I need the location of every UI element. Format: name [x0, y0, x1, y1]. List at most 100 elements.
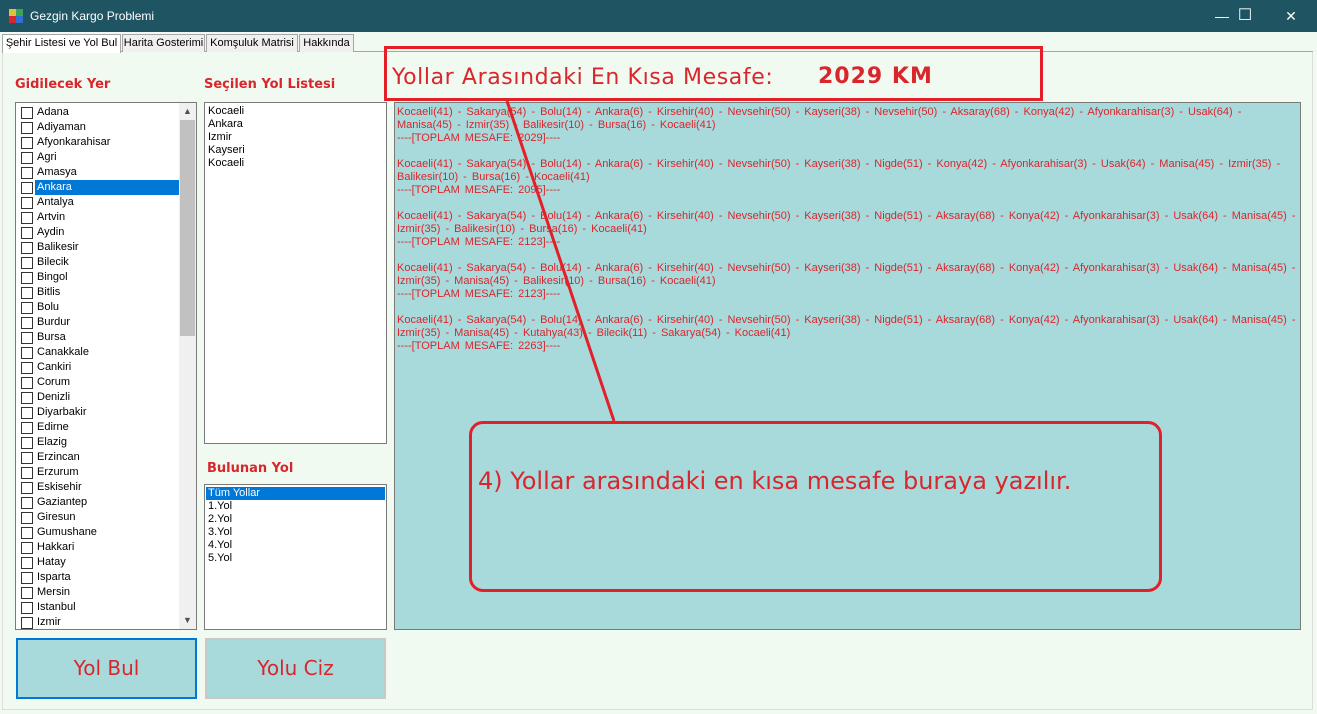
list-item[interactable]: Ankara: [208, 118, 243, 131]
list-item[interactable]: 1.Yol: [208, 500, 232, 513]
checkbox[interactable]: [21, 557, 33, 569]
checkbox[interactable]: [21, 167, 33, 179]
city-checkbox-item[interactable]: Adiyaman: [18, 120, 180, 135]
selected-route-list[interactable]: Kocaeli Ankara Izmir Kayseri Kocaeli: [204, 102, 387, 444]
city-list-scrollbar[interactable]: ▲ ▼: [179, 103, 196, 629]
tab-harita-gosterimi[interactable]: Harita Gosterimi: [122, 34, 205, 52]
checkbox[interactable]: [21, 152, 33, 164]
list-item[interactable]: Kayseri: [208, 144, 245, 157]
city-checkbox-item[interactable]: Amasya: [18, 165, 180, 180]
checkbox[interactable]: [21, 587, 33, 599]
city-checkbox-item[interactable]: Isparta: [18, 570, 180, 585]
checkbox[interactable]: [21, 392, 33, 404]
city-checkbox-item[interactable]: Bolu: [18, 300, 180, 315]
city-label: Bilecik: [37, 256, 69, 268]
city-checkbox-item[interactable]: Erzurum: [18, 465, 180, 480]
maximize-button[interactable]: ☐: [1222, 0, 1268, 32]
checkbox[interactable]: [21, 422, 33, 434]
list-item[interactable]: 2.Yol: [208, 513, 232, 526]
city-checkbox-item[interactable]: Hakkari: [18, 540, 180, 555]
city-checkbox-item[interactable]: Balikesir: [18, 240, 180, 255]
city-checkbox-item[interactable]: Eskisehir: [18, 480, 180, 495]
city-checkbox-item[interactable]: Canakkale: [18, 345, 180, 360]
checkbox[interactable]: [21, 287, 33, 299]
city-checkbox-item[interactable]: Aydin: [18, 225, 180, 240]
checkbox[interactable]: [21, 257, 33, 269]
checkbox[interactable]: [21, 197, 33, 209]
city-checkbox-item[interactable]: Cankiri: [18, 360, 180, 375]
scroll-up-arrow-icon[interactable]: ▲: [179, 103, 196, 120]
checkbox[interactable]: [21, 362, 33, 374]
checkbox[interactable]: [21, 137, 33, 149]
checkbox[interactable]: [21, 242, 33, 254]
city-checkbox-item[interactable]: Gaziantep: [18, 495, 180, 510]
checkbox[interactable]: [21, 182, 33, 194]
scroll-down-arrow-icon[interactable]: ▼: [179, 612, 196, 629]
checkbox[interactable]: [21, 512, 33, 524]
city-checkbox-item[interactable]: Erzincan: [18, 450, 180, 465]
checkbox[interactable]: [21, 617, 33, 629]
city-checkbox-item[interactable]: Hatay: [18, 555, 180, 570]
city-checkbox-item[interactable]: Corum: [18, 375, 180, 390]
city-checkbox-item[interactable]: Gumushane: [18, 525, 180, 540]
close-button[interactable]: ✕: [1268, 0, 1314, 32]
checkbox[interactable]: [21, 572, 33, 584]
checkbox[interactable]: [21, 437, 33, 449]
list-item[interactable]: 4.Yol: [208, 539, 232, 552]
checkbox[interactable]: [21, 467, 33, 479]
city-label: Artvin: [37, 211, 66, 223]
checkbox[interactable]: [21, 452, 33, 464]
city-checkbox-item[interactable]: Ankara: [18, 180, 180, 195]
tab-hakkinda[interactable]: Hakkında: [299, 34, 354, 52]
list-item[interactable]: Izmir: [208, 131, 232, 144]
find-route-button[interactable]: Yol Bul: [16, 638, 197, 699]
tab-komsuluk-matrisi[interactable]: Komşuluk Matrisi: [206, 34, 298, 52]
city-checkbox-item[interactable]: Bursa: [18, 330, 180, 345]
checkbox[interactable]: [21, 347, 33, 359]
checkbox[interactable]: [21, 302, 33, 314]
checkbox[interactable]: [21, 542, 33, 554]
city-checkbox-item[interactable]: Bingol: [18, 270, 180, 285]
checkbox[interactable]: [21, 602, 33, 614]
checkbox[interactable]: [21, 107, 33, 119]
checkbox[interactable]: [21, 377, 33, 389]
city-checkbox-item[interactable]: Bilecik: [18, 255, 180, 270]
city-checkbox-item[interactable]: Burdur: [18, 315, 180, 330]
city-checkbox-item[interactable]: Elazig: [18, 435, 180, 450]
scroll-thumb[interactable]: [180, 120, 195, 336]
city-checkbox-item[interactable]: Denizli: [18, 390, 180, 405]
city-checkbox-item[interactable]: Izmir: [18, 615, 180, 629]
route-path: Kocaeli(41) - Sakarya(54) - Bolu(14) - A…: [397, 210, 1296, 235]
checkbox[interactable]: [21, 407, 33, 419]
checkbox[interactable]: [21, 272, 33, 284]
highlight-box: [384, 46, 1043, 101]
city-checklist[interactable]: Adana Adiyaman Afyonkarahisar Agri Amasya Ank…: [15, 102, 197, 630]
city-checkbox-item[interactable]: Istanbul: [18, 600, 180, 615]
checkbox[interactable]: [21, 317, 33, 329]
checkbox[interactable]: [21, 332, 33, 344]
checkbox[interactable]: [21, 122, 33, 134]
draw-route-button[interactable]: Yolu Ciz: [205, 638, 386, 699]
tab-sehir-listesi[interactable]: Şehir Listesi ve Yol Bul: [2, 34, 121, 53]
city-checkbox-item[interactable]: Afyonkarahisar: [18, 135, 180, 150]
city-checkbox-item[interactable]: Giresun: [18, 510, 180, 525]
city-checkbox-item[interactable]: Agri: [18, 150, 180, 165]
city-checkbox-item[interactable]: Bitlis: [18, 285, 180, 300]
list-item[interactable]: Kocaeli: [208, 157, 244, 170]
checkbox[interactable]: [21, 212, 33, 224]
city-checkbox-item[interactable]: Edirne: [18, 420, 180, 435]
city-checkbox-item[interactable]: Adana: [18, 105, 180, 120]
city-checkbox-item[interactable]: Mersin: [18, 585, 180, 600]
city-checkbox-item[interactable]: Artvin: [18, 210, 180, 225]
checkbox[interactable]: [21, 497, 33, 509]
list-item-selected[interactable]: Tüm Yollar: [206, 487, 385, 500]
list-item[interactable]: Kocaeli: [208, 105, 244, 118]
checkbox[interactable]: [21, 527, 33, 539]
checkbox[interactable]: [21, 482, 33, 494]
checkbox[interactable]: [21, 227, 33, 239]
city-checkbox-item[interactable]: Antalya: [18, 195, 180, 210]
list-item[interactable]: 5.Yol: [208, 552, 232, 565]
found-route-list[interactable]: Tüm Yollar 1.Yol 2.Yol 3.Yol 4.Yol 5.Yol: [204, 484, 387, 630]
list-item[interactable]: 3.Yol: [208, 526, 232, 539]
city-checkbox-item[interactable]: Diyarbakir: [18, 405, 180, 420]
